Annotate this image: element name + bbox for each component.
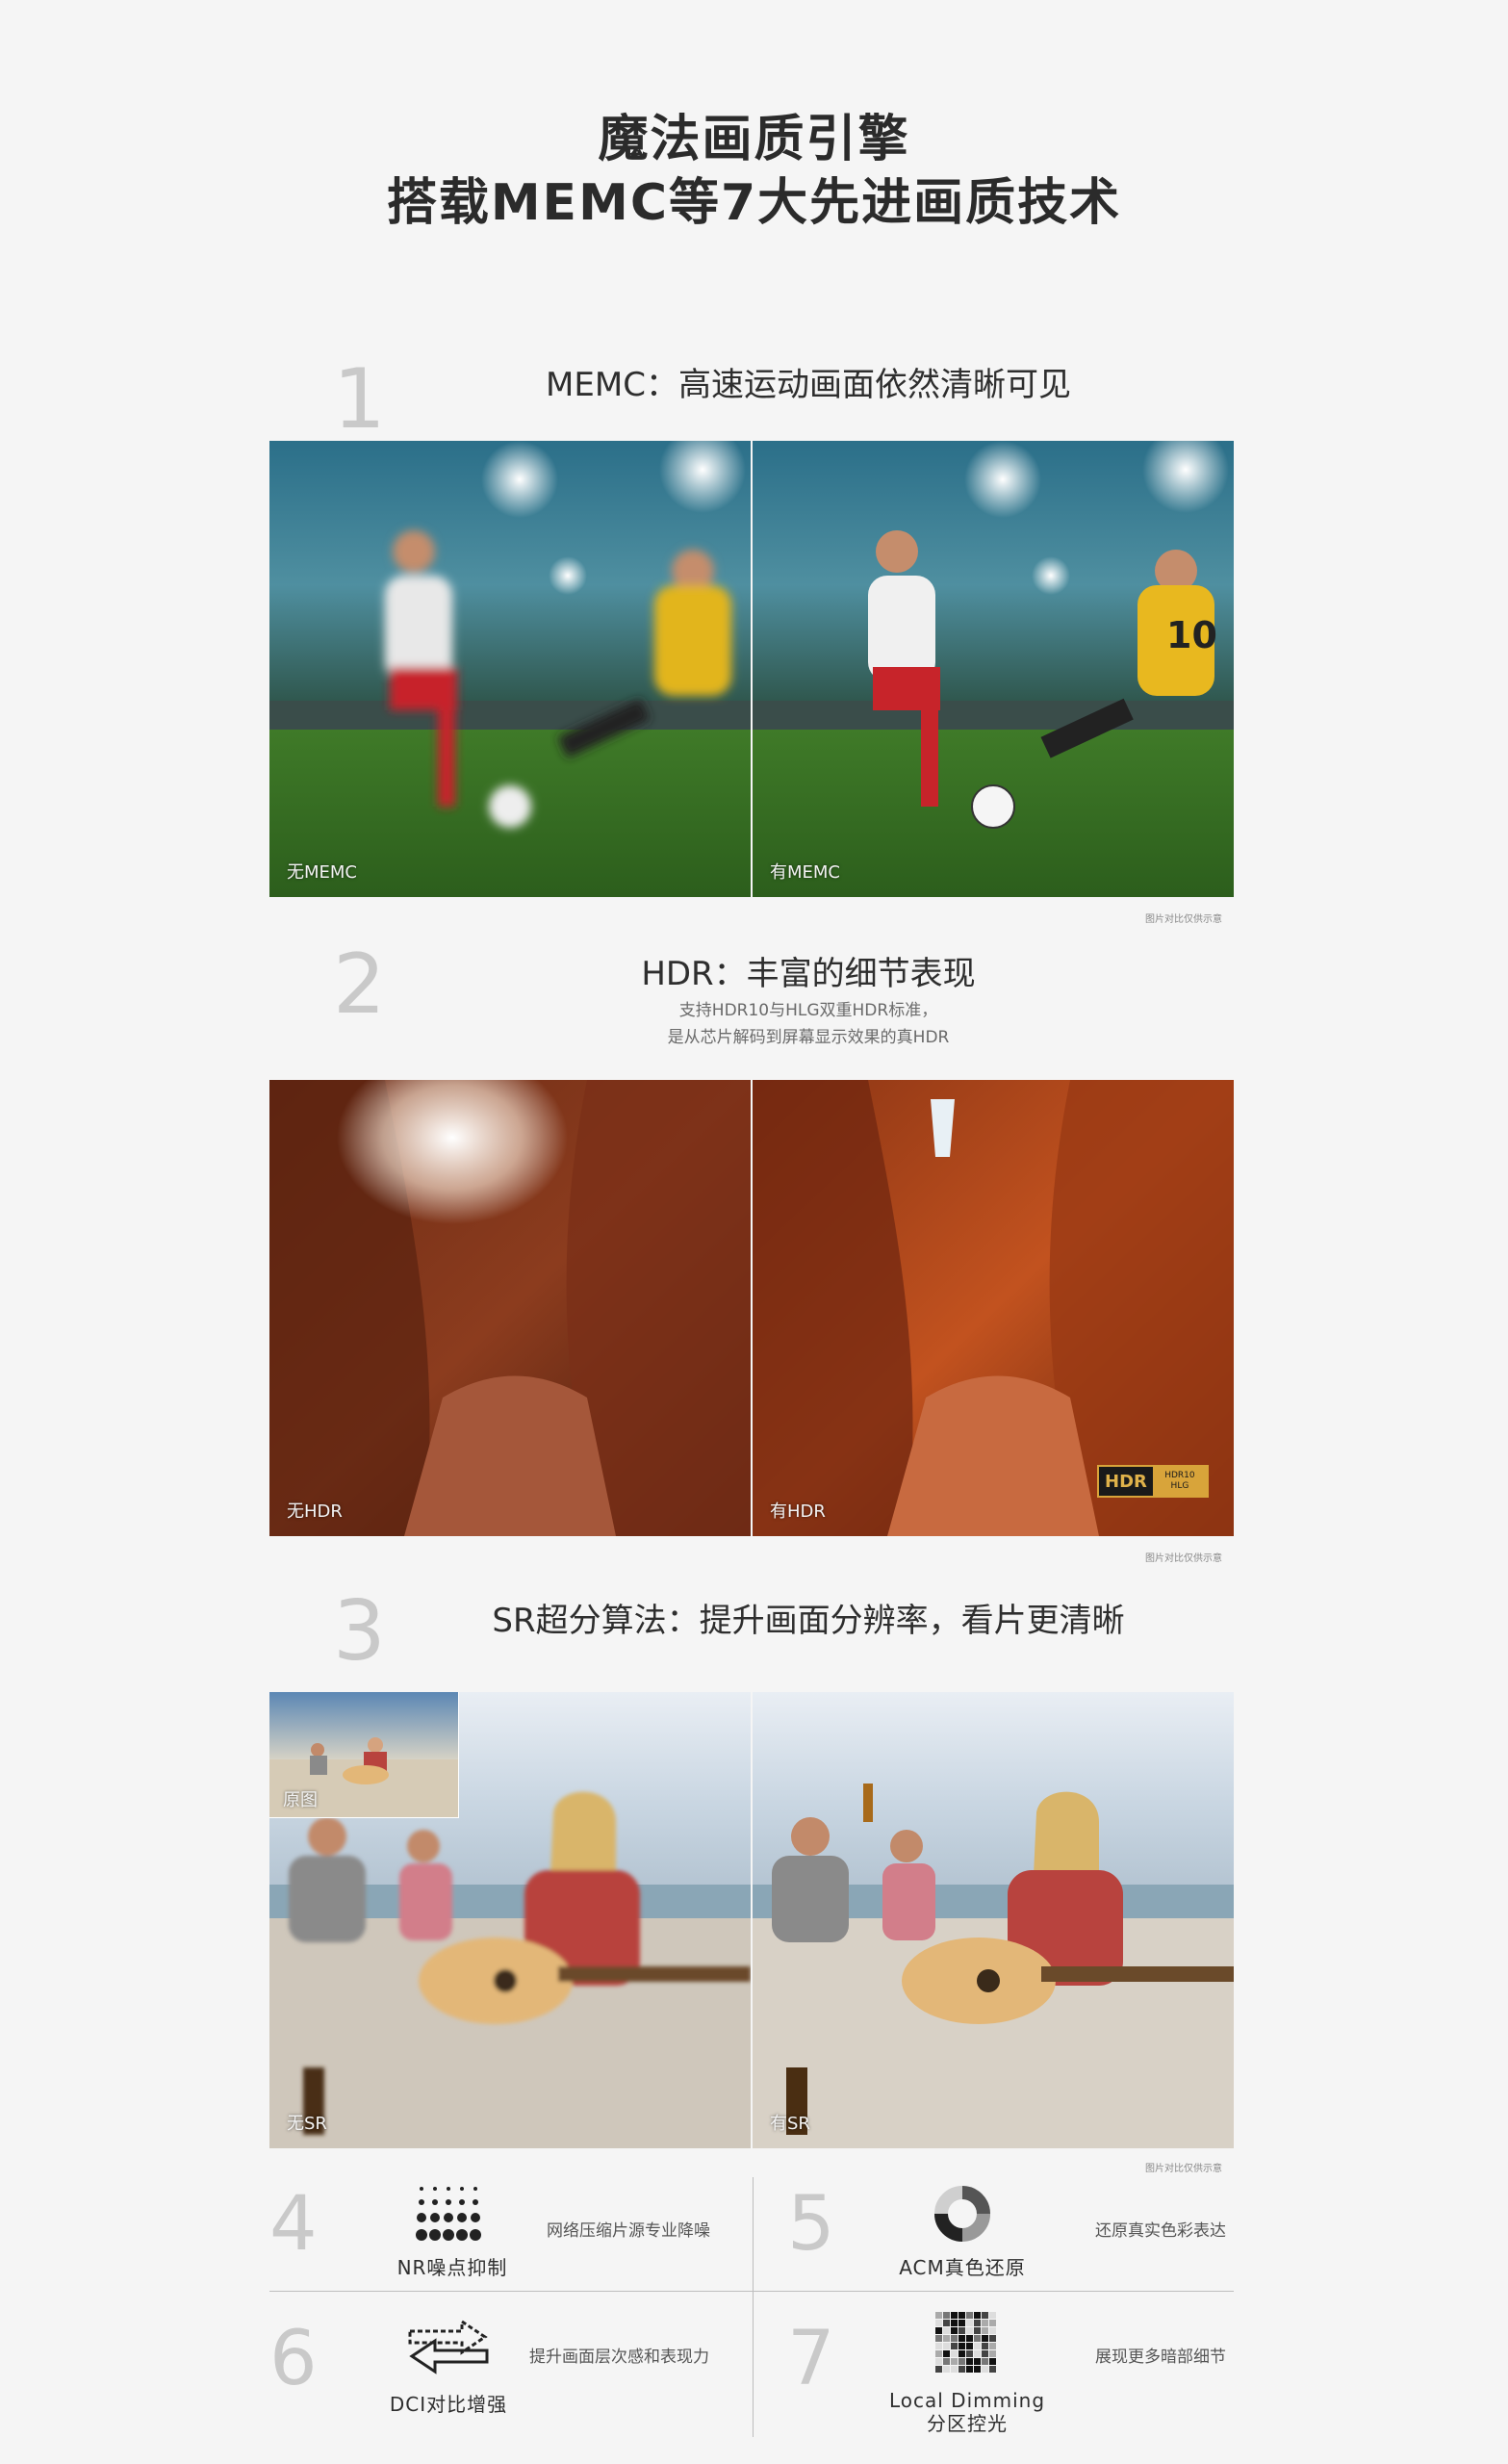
hdr-badge-hlg: HLG	[1170, 1481, 1189, 1491]
feature-6-number: 6	[269, 2316, 318, 2402]
svg-text:10: 10	[1166, 614, 1217, 656]
feature-7-label-cn: 分区控光	[927, 2412, 1008, 2435]
feature-divider-vertical	[753, 2177, 754, 2437]
hdr-on-label: 有HDR	[770, 1502, 826, 1522]
feature-4-desc: 网络压缩片源专业降噪	[547, 2221, 710, 2241]
feature-5-number: 5	[787, 2181, 835, 2268]
title-line-2: 搭载MEMC等7大先进画质技术	[386, 174, 1122, 232]
hdr-badge-main: HDR	[1105, 1471, 1147, 1492]
feature-5-label: ACM真色还原	[899, 2256, 1026, 2279]
feature-4-number: 4	[269, 2181, 318, 2268]
memc-on-image: 10 有MEMC	[753, 441, 1234, 897]
sr-original-label: 原图	[283, 1790, 318, 1810]
section-1-number: 1	[333, 351, 386, 448]
feature-4-label: NR噪点抑制	[396, 2256, 508, 2279]
section-2-heading: HDR：丰富的细节表现	[641, 955, 976, 993]
hdr-off-image: 无HDR	[269, 1080, 751, 1536]
pixel-grid-icon	[935, 2312, 997, 2374]
section-1-heading: MEMC：高速运动画面依然清晰可见	[546, 366, 1071, 404]
dots-grid-icon	[416, 2183, 483, 2245]
feature-7-label-en: Local Dimming	[888, 2389, 1046, 2412]
sr-off-image: 原图 无SR	[269, 1692, 751, 2148]
memc-off-image: 无MEMC	[269, 441, 751, 897]
feature-6-label: DCI对比增强	[389, 2393, 508, 2416]
section-2-number: 2	[333, 937, 386, 1033]
feature-divider-horizontal	[269, 2291, 1234, 2292]
section-3-number: 3	[333, 1583, 386, 1680]
section-2-subtitle-1: 支持HDR10与HLG双重HDR标准，	[678, 1001, 938, 1020]
section-2-subtitle-2: 是从芯片解码到屏幕显示效果的真HDR	[667, 1028, 950, 1047]
sr-off-label: 无SR	[287, 2114, 327, 2134]
memc-off-label: 无MEMC	[287, 862, 358, 883]
feature-6-desc: 提升画面层次感和表现力	[529, 2348, 709, 2367]
feature-7-label: Local Dimming 分区控光	[866, 2389, 1068, 2435]
sr-original-inset: 原图	[269, 1692, 459, 1818]
swap-arrows-icon	[404, 2318, 493, 2375]
hdr-off-label: 无HDR	[287, 1502, 343, 1522]
hdr-badge-hdr10: HDR10	[1164, 1471, 1195, 1480]
color-ring-icon	[933, 2185, 991, 2243]
title-line-1: 魔法画质引擎	[598, 111, 910, 168]
section-3-note: 图片对比仅供示意	[1145, 2164, 1222, 2174]
hdr-badge-standards: HDR10 HLG	[1152, 1467, 1207, 1496]
section-2-note: 图片对比仅供示意	[1145, 1553, 1222, 1564]
hdr-badge: HDR HDR10 HLG	[1097, 1465, 1209, 1498]
sr-on-label: 有SR	[770, 2114, 810, 2134]
feature-5-desc: 还原真实色彩表达	[1095, 2221, 1226, 2241]
sr-on-image: 有SR	[753, 1692, 1234, 2148]
feature-7-number: 7	[787, 2316, 835, 2402]
section-1-note: 图片对比仅供示意	[1145, 914, 1222, 925]
memc-on-label: 有MEMC	[770, 862, 841, 883]
hdr-on-image: 有HDR HDR HDR10 HLG	[753, 1080, 1234, 1536]
section-3-heading: SR超分算法：提升画面分辨率，看片更清晰	[492, 1602, 1125, 1640]
feature-7-desc: 展现更多暗部细节	[1095, 2348, 1226, 2367]
page-title: 魔法画质引擎 搭载MEMC等7大先进画质技术	[0, 108, 1508, 235]
